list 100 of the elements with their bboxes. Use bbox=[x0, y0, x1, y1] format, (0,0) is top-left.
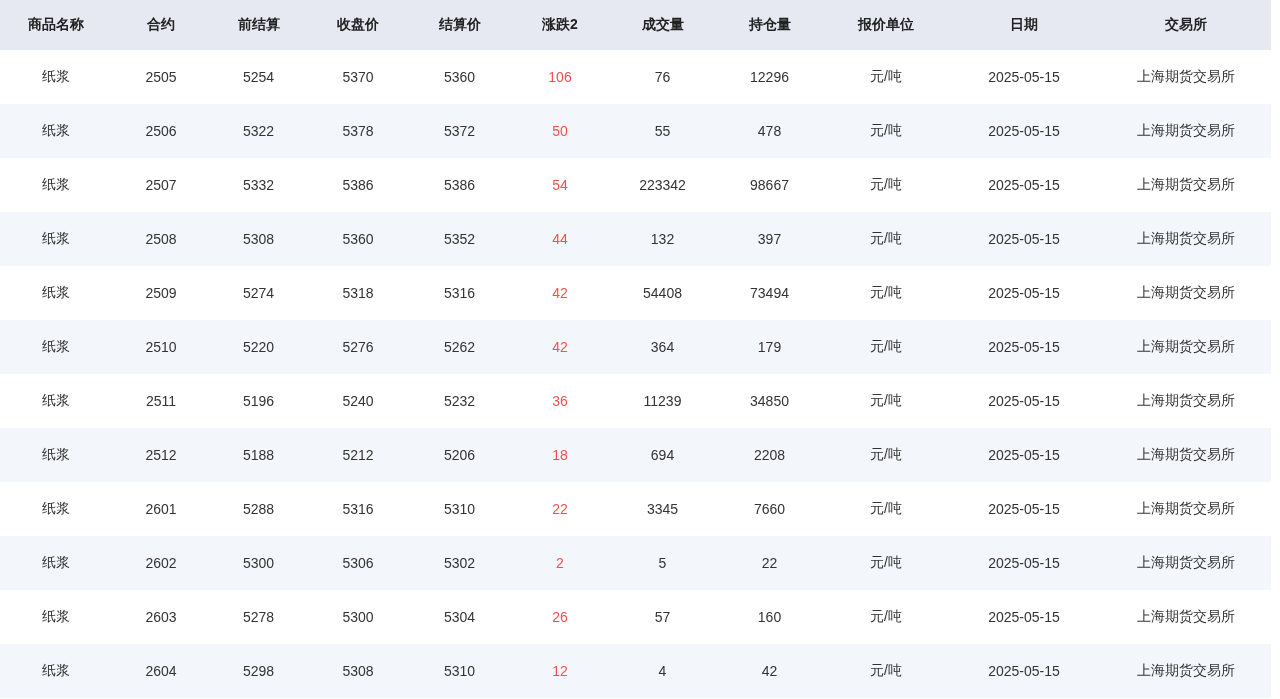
table-cell-text: 2025-05-15 bbox=[987, 662, 1061, 681]
table-cell-text: 5212 bbox=[341, 446, 375, 465]
table-cell-text: 元/吨 bbox=[869, 337, 903, 356]
table-cell-text: 55 bbox=[653, 122, 672, 141]
table-cell-text: 5300 bbox=[241, 554, 276, 573]
table-cell-text: 上海期货交易所 bbox=[1135, 121, 1236, 140]
table-cell-text: 2603 bbox=[144, 608, 178, 627]
table-cell-text: 2506 bbox=[144, 122, 178, 141]
table-cell-text: 2512 bbox=[144, 446, 178, 465]
column-header: 涨跌2 bbox=[541, 15, 579, 34]
table-cell-text: 2507 bbox=[144, 176, 178, 195]
table-cell-text: 2601 bbox=[144, 500, 178, 519]
table-cell-text: 2602 bbox=[144, 554, 178, 573]
table-cell-text: 12296 bbox=[749, 68, 790, 87]
table-cell-text: 元/吨 bbox=[869, 283, 903, 302]
table-cell-text: 2508 bbox=[144, 230, 178, 249]
table-cell-text: 2025-05-15 bbox=[987, 338, 1061, 357]
table-cell-text: 2510 bbox=[144, 338, 178, 357]
table-cell-text: 73494 bbox=[749, 284, 790, 303]
table-cell-text: 42 bbox=[551, 284, 569, 303]
table-cell-text: 2025-05-15 bbox=[987, 500, 1061, 519]
column-header: 报价单位 bbox=[856, 15, 915, 34]
column-header: 前结算 bbox=[236, 15, 281, 34]
table-cell-text: 5360 bbox=[341, 230, 375, 249]
table-cell-text: 上海期货交易所 bbox=[1135, 391, 1236, 410]
table-cell-text: 上海期货交易所 bbox=[1135, 337, 1236, 356]
table-cell-text: 7660 bbox=[752, 500, 787, 519]
table-cell-text: 3345 bbox=[645, 500, 680, 519]
table-cell-text: 纸浆 bbox=[41, 337, 71, 356]
table-cell-text: 5262 bbox=[442, 338, 477, 357]
table-cell-text: 上海期货交易所 bbox=[1135, 175, 1236, 194]
table-cell-text: 54408 bbox=[642, 284, 683, 303]
table-cell-text: 5386 bbox=[442, 176, 477, 195]
table-cell-text: 元/吨 bbox=[869, 175, 903, 194]
table-cell-text: 上海期货交易所 bbox=[1135, 229, 1236, 248]
table-cell-text: 5316 bbox=[341, 500, 375, 519]
table-cell-text: 元/吨 bbox=[869, 229, 903, 248]
column-header: 商品名称 bbox=[27, 15, 85, 34]
table-cell-text: 元/吨 bbox=[869, 607, 903, 626]
table-cell-text: 5332 bbox=[241, 176, 276, 195]
table-cell-text: 11239 bbox=[642, 392, 683, 411]
table-cell-text: 上海期货交易所 bbox=[1135, 499, 1236, 518]
column-header: 交易所 bbox=[1163, 15, 1208, 34]
table-cell-text: 5232 bbox=[442, 392, 477, 411]
table-cell-text: 44 bbox=[551, 230, 569, 249]
table-cell-text: 5352 bbox=[442, 230, 477, 249]
column-header: 结算价 bbox=[437, 15, 482, 34]
table-cell-text: 5302 bbox=[442, 554, 477, 573]
table-cell-text: 2025-05-15 bbox=[987, 392, 1061, 411]
table-cell-text: 160 bbox=[756, 608, 783, 627]
table-cell-text: 5254 bbox=[241, 68, 276, 87]
table-cell-text: 5 bbox=[657, 554, 668, 573]
column-header: 合约 bbox=[146, 15, 176, 34]
table-cell-text: 76 bbox=[653, 68, 672, 87]
column-header: 日期 bbox=[1009, 15, 1039, 34]
table-cell-text: 2025-05-15 bbox=[987, 230, 1061, 249]
table-cell-text: 2025-05-15 bbox=[987, 446, 1061, 465]
table-cell-text: 元/吨 bbox=[869, 67, 903, 86]
table-cell-text: 4 bbox=[657, 662, 668, 681]
table-cell-text: 2025-05-15 bbox=[987, 284, 1061, 303]
table-cell-text: 2505 bbox=[144, 68, 178, 87]
table-cell-text: 223342 bbox=[638, 176, 687, 195]
table-cell-text: 纸浆 bbox=[41, 391, 71, 410]
table-cell-text: 5306 bbox=[341, 554, 375, 573]
table-cell-text: 26 bbox=[551, 608, 569, 627]
table-cell-text: 元/吨 bbox=[869, 553, 903, 572]
table-cell-text: 54 bbox=[551, 176, 569, 195]
table-cell-text: 纸浆 bbox=[41, 67, 71, 86]
table-cell-text: 5196 bbox=[241, 392, 276, 411]
table-cell-text: 5360 bbox=[442, 68, 477, 87]
table-cell-text: 98667 bbox=[749, 176, 790, 195]
table-cell-text: 5308 bbox=[341, 662, 375, 681]
table-cell-text: 2025-05-15 bbox=[987, 608, 1061, 627]
table-cell-text: 纸浆 bbox=[41, 553, 71, 572]
table-cell-text: 2208 bbox=[752, 446, 787, 465]
table-cell-text: 纸浆 bbox=[41, 661, 71, 680]
table-cell-text: 22 bbox=[760, 554, 779, 573]
table-cell-text: 5322 bbox=[241, 122, 276, 141]
table-cell-text: 5316 bbox=[442, 284, 477, 303]
table-cell-text: 34850 bbox=[749, 392, 790, 411]
table-cell-text: 2604 bbox=[144, 662, 178, 681]
table-cell-text: 5206 bbox=[442, 446, 477, 465]
table-cell-text: 57 bbox=[653, 608, 672, 627]
table-cell-text: 纸浆 bbox=[41, 445, 71, 464]
table-cell-text: 5308 bbox=[241, 230, 276, 249]
table-cell-text: 5300 bbox=[341, 608, 375, 627]
table-cell-text: 纸浆 bbox=[41, 283, 71, 302]
table-cell-text: 5310 bbox=[442, 500, 477, 519]
table-cell-text: 5304 bbox=[442, 608, 477, 627]
table-cell-text: 2511 bbox=[144, 392, 178, 411]
table-cell-text: 36 bbox=[551, 392, 569, 411]
table-cell-text: 上海期货交易所 bbox=[1135, 553, 1236, 572]
table-cell-text: 上海期货交易所 bbox=[1135, 283, 1236, 302]
column-header: 持仓量 bbox=[747, 15, 792, 34]
table-cell-text: 5274 bbox=[241, 284, 276, 303]
table-cell-text: 22 bbox=[551, 500, 569, 519]
table-cell-text: 上海期货交易所 bbox=[1135, 661, 1236, 680]
table-cell-text: 2025-05-15 bbox=[987, 554, 1061, 573]
table-cell-text: 上海期货交易所 bbox=[1135, 607, 1236, 626]
table-cell-text: 5310 bbox=[442, 662, 477, 681]
